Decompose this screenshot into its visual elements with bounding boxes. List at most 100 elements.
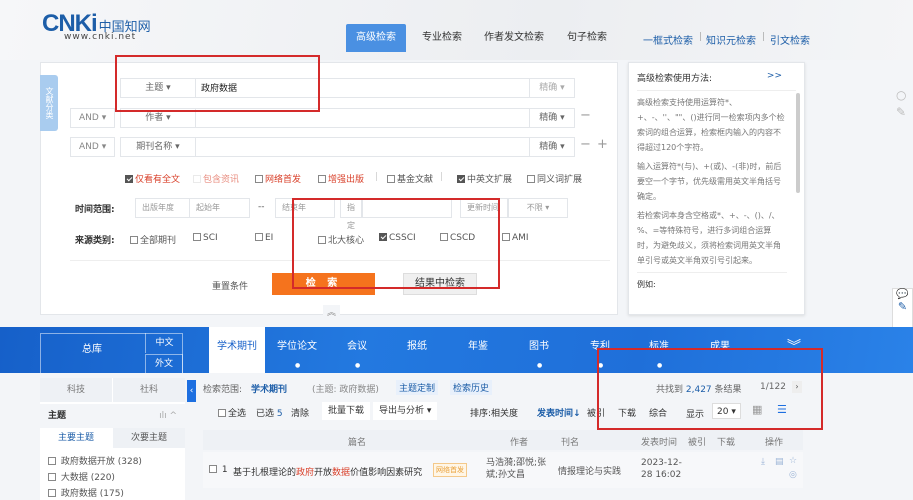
sidebar-collapse-icon[interactable]: ‹ [187,380,196,402]
chart-collapse-icon[interactable]: ılı ^ [159,404,177,428]
cite-icon[interactable]: ◎ [789,470,797,480]
source-ei[interactable]: EI [255,233,273,243]
topic-item[interactable]: 政府数据 (175) [48,486,124,499]
chat-icon[interactable]: 💬 [893,289,912,300]
select-all-checkbox[interactable]: 全选 [218,406,246,419]
nav-books[interactable]: 图书 ● [511,327,567,373]
journal-name[interactable]: 情报理论与实践 [558,464,621,477]
topic-item[interactable]: 政府数据开放 (328) [48,454,142,467]
search-input[interactable] [201,138,521,156]
remove-row-button[interactable]: − [580,108,591,123]
nav-chinese[interactable]: 中文 [145,333,183,353]
source-sci[interactable]: SCI [193,233,218,243]
nav-newspaper[interactable]: 报纸 [389,327,445,373]
sort-relevance[interactable]: 相关度 [491,409,518,419]
edit-icon[interactable]: ✎ [893,300,912,313]
option-include-news[interactable]: 包含资讯 [193,172,239,185]
nav-standards[interactable]: 标准 ● [631,327,687,373]
source-pku-core[interactable]: 北大核心 [318,233,364,246]
sort-downloads[interactable]: 下载 [618,406,636,419]
tab-social-science[interactable]: 社科 [113,378,185,402]
link-knowledge-search[interactable]: 知识元检索 [706,32,756,47]
pencil-icon[interactable]: ✎ [896,105,906,119]
next-page-button[interactable]: › [792,381,802,393]
help-more-link[interactable]: >> [767,71,782,81]
search-input[interactable]: 政府数据 [201,81,237,94]
download-icon[interactable]: ⤓ [761,457,765,467]
source-cssci[interactable]: CSSCI [379,233,416,243]
option-fulltext-only[interactable]: 仅看有全文 [125,172,180,185]
page-size-select[interactable]: 20 ▾ [712,403,741,419]
nav-journals[interactable]: 学术期刊 [209,327,265,373]
favorite-icon[interactable]: ☆ [789,456,797,466]
nav-yearbook[interactable]: 年鉴 [450,327,506,373]
match-select[interactable]: 精确 ▾ [529,109,574,127]
source-ami[interactable]: AMI [502,233,529,243]
tab-author-search[interactable]: 作者发文检索 [474,24,554,52]
option-cn-en-expand[interactable]: 中英文扩展 [457,172,512,185]
add-row-button[interactable]: + [597,137,608,152]
end-year-input[interactable]: 结束年 [275,198,335,218]
export-analysis-button[interactable]: 导出与分析 ▾ [373,402,438,420]
option-enhanced-pub[interactable]: 增强出版 [318,172,364,185]
nav-all[interactable]: 总库 [64,327,120,373]
option-funded[interactable]: 基金文献 [387,172,433,185]
sort-cited[interactable]: 被引 [587,406,605,419]
topic-custom-button[interactable]: 主题定制 [396,380,439,395]
category-side-tab[interactable]: 文献分类 [40,75,58,131]
source-all[interactable]: 全部期刊 [130,233,176,246]
batch-download-button[interactable]: 批量下载 [322,402,371,420]
scrollbar[interactable] [796,93,800,193]
grid-view-icon[interactable]: ▦ [752,403,762,416]
reset-button[interactable]: 重置条件 [212,279,248,292]
field-select[interactable]: 主题 ▾ [121,79,196,97]
pub-year-select[interactable]: 出版年度 [135,198,190,218]
nav-achievements[interactable]: 成果 [692,327,748,373]
list-view-icon[interactable]: ☰ [777,403,787,416]
match-select[interactable]: 精确 ▾ [529,138,574,156]
tab-secondary-topic[interactable]: 次要主题 [113,428,185,448]
nav-conference[interactable]: 会议 ● [329,327,385,373]
sort-pub-time[interactable]: 发表时间↓ [537,406,581,419]
topic-section-header[interactable]: 主题 ılı ^ [40,404,185,428]
search-history-button[interactable]: 检索历史 [450,380,493,395]
tab-main-topic[interactable]: 主要主题 [40,428,112,448]
logic-select[interactable]: AND ▾ [70,108,115,128]
option-online-first[interactable]: 网络首发 [255,172,301,185]
search-button[interactable]: 检 索 [272,273,375,295]
tab-advanced-search[interactable]: 高级检索 [346,24,406,52]
sort-composite[interactable]: 综合 [649,406,667,419]
source-cscd[interactable]: CSCD [440,233,475,243]
link-citation-search[interactable]: 引文检索 [770,32,810,47]
option-synonym-expand[interactable]: 同义词扩展 [527,172,582,185]
cnki-logo[interactable]: CNKi 中国知网 www.cnki.net [42,10,162,44]
nav-more-icon[interactable]: ︾ [766,327,822,373]
nav-patents[interactable]: 专利 ● [572,327,628,373]
specify-input[interactable] [362,198,452,218]
search-input[interactable] [201,109,521,127]
tab-professional-search[interactable]: 专业检索 [412,24,472,52]
match-select[interactable]: 精确 ▾ [529,79,574,97]
topic-item[interactable]: 大数据 (220) [48,470,115,483]
tab-sentence-search[interactable]: 句子检索 [557,24,617,52]
tab-science[interactable]: 科技 [40,378,112,402]
field-select[interactable]: 期刊名称 ▾ [121,138,196,156]
remove-row-button[interactable]: − [580,137,591,152]
search-within-results-button[interactable]: 结果中检索 [403,273,477,295]
authors[interactable]: 马浩漪;邵悦;张斌;孙文昌 [486,457,551,481]
row-checkbox[interactable] [209,465,217,473]
start-year-input[interactable]: 起始年 [190,198,250,218]
collapse-icon[interactable]: ︽ [323,305,341,318]
update-time-select[interactable]: 不限 ▾ [508,198,568,218]
nav-foreign[interactable]: 外文 [145,354,183,373]
link-simple-search[interactable]: 一框式检索 [643,32,693,47]
clear-button[interactable]: 清除 [291,406,309,419]
table-row[interactable]: 1 基于扎根理论的政府开放数据价值影响因素研究 网络首发 马浩漪;邵悦;张斌;孙… [203,452,803,488]
specify-select[interactable]: 指定 [340,198,362,230]
read-icon[interactable]: ▤ [775,457,784,467]
logic-select[interactable]: AND ▾ [70,137,115,157]
float-circle-icon[interactable]: ○ [896,88,906,102]
article-title-link[interactable]: 基于扎根理论的政府开放数据价值影响因素研究 [233,465,422,478]
field-select[interactable]: 作者 ▾ [121,109,196,127]
nav-theses[interactable]: 学位论文 ● [269,327,325,373]
